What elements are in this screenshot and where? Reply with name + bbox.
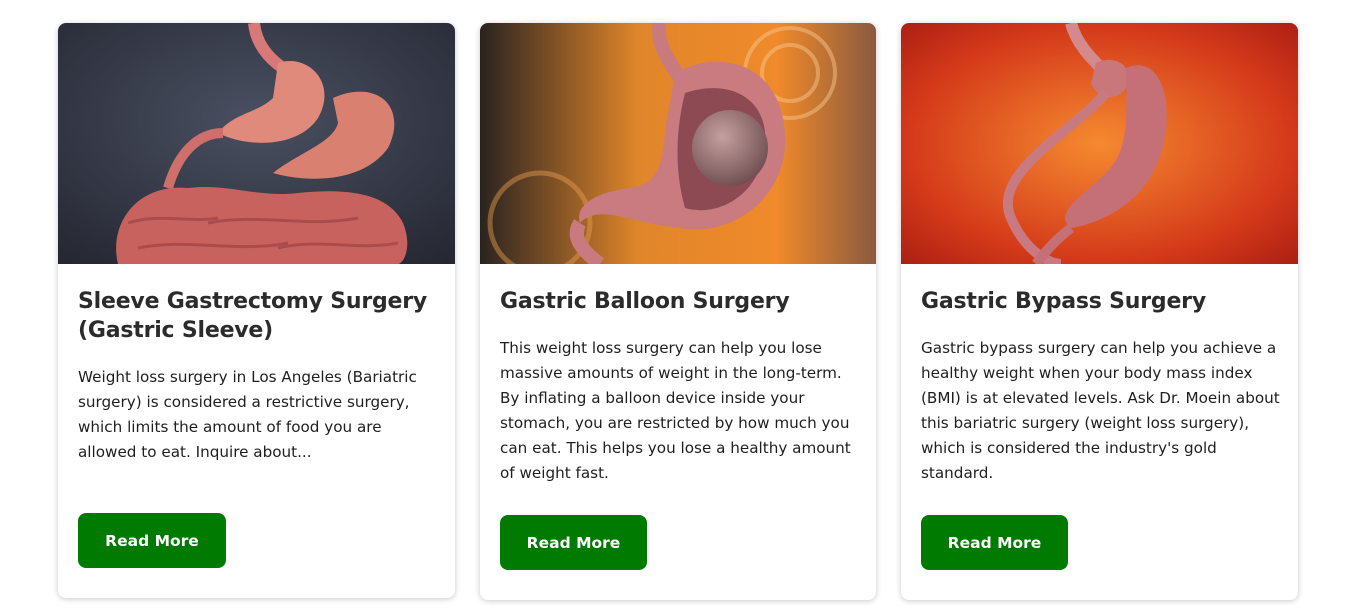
read-more-button[interactable]: Read More [921,515,1068,570]
card-gastric-balloon: Gastric Balloon Surgery This weight loss… [480,23,876,600]
card-description: This weight loss surgery can help you lo… [500,339,851,482]
stomach-intestines-image [58,23,455,264]
card-description: Gastric bypass surgery can help you achi… [921,339,1280,482]
card-gastric-bypass: Gastric Bypass Surgery Gastric bypass su… [901,23,1298,600]
read-more-button[interactable]: Read More [500,515,647,570]
card-title: Sleeve Gastrectomy Surgery (Gastric Slee… [78,289,428,343]
gastric-bypass-image [901,23,1298,264]
card-description: Weight loss surgery in Los Angeles (Bari… [78,368,417,461]
card-title: Gastric Balloon Surgery [500,289,790,314]
procedure-cards: Sleeve Gastrectomy Surgery (Gastric Slee… [0,0,1354,614]
stomach-balloon-image [480,23,876,264]
card-title: Gastric Bypass Surgery [921,289,1206,314]
read-more-button[interactable]: Read More [78,513,226,568]
card-sleeve-gastrectomy: Sleeve Gastrectomy Surgery (Gastric Slee… [58,23,455,598]
